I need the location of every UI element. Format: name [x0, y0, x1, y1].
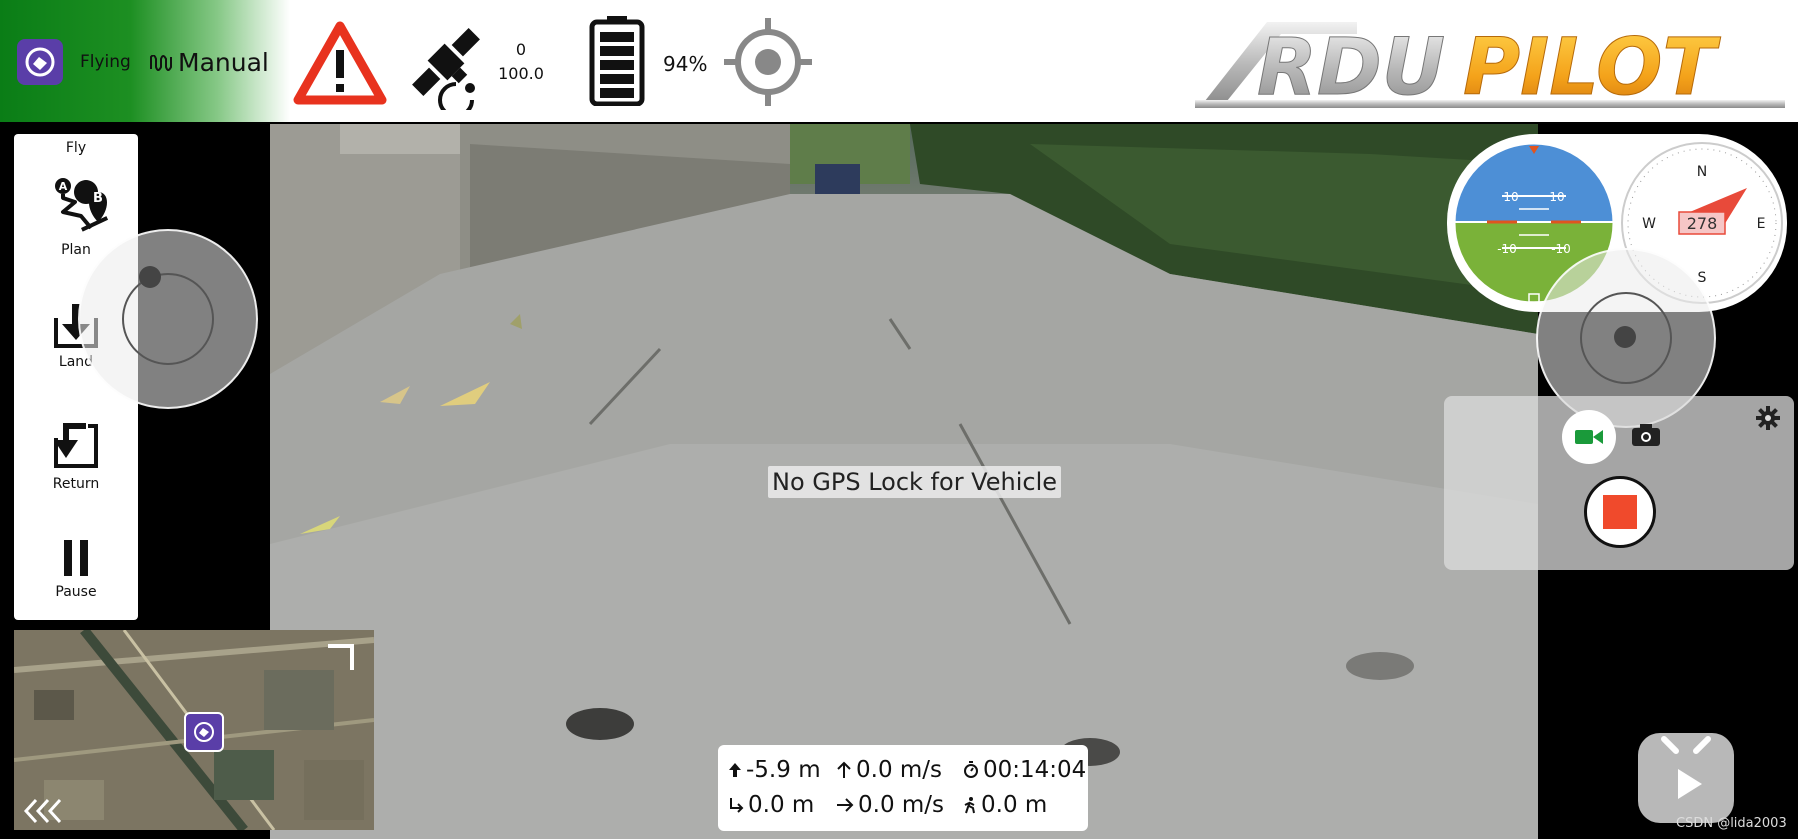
compass-heading: 278	[1687, 214, 1718, 233]
bilibili-logo	[1638, 733, 1734, 823]
telemetry-panel: -5.9 m 0.0 m/s 00:14:04 0.0 m 0.0 m/s 0.…	[718, 745, 1088, 831]
compass-north: N	[1697, 164, 1707, 180]
distance-readout: 0.0 m	[728, 792, 814, 818]
gps-hdop-value: 100.0	[498, 64, 544, 83]
pitch-mark: -10	[1497, 242, 1517, 256]
gps-satellite-icon[interactable]	[402, 18, 494, 118]
photo-camera-icon[interactable]	[1632, 424, 1660, 446]
left-joystick-ring	[122, 273, 214, 365]
distance-home-value: 0.0 m	[981, 792, 1048, 818]
pitch-mark: 10	[1503, 190, 1518, 204]
tool-fly-label: Fly	[65, 140, 87, 156]
video-camera-icon	[1575, 430, 1603, 444]
altitude-readout: -5.9 m	[728, 757, 821, 783]
svg-text:A: A	[59, 180, 68, 193]
pause-icon	[64, 540, 88, 576]
pitch-mark: 10	[1549, 190, 1564, 204]
ground-speed-value: 0.0 m/s	[858, 792, 945, 818]
tool-return-label: Return	[52, 476, 100, 492]
tool-pause-label: Pause	[55, 584, 97, 600]
mini-map[interactable]	[14, 630, 374, 830]
camera-settings-gear-icon[interactable]	[1756, 406, 1780, 430]
collapse-map-icon[interactable]	[20, 796, 64, 826]
record-stop-icon	[1603, 495, 1637, 529]
warning-icon[interactable]	[292, 20, 388, 110]
record-button[interactable]	[1584, 476, 1656, 548]
battery-icon[interactable]	[589, 16, 645, 110]
vehicle-marker-icon[interactable]	[184, 712, 224, 752]
walking-person-icon	[964, 797, 975, 814]
route-a-b-icon: A B	[55, 178, 109, 232]
tool-pause[interactable]: Pause	[14, 536, 138, 600]
mode-wave-icon	[150, 54, 172, 71]
up-arrow-icon	[837, 761, 851, 778]
ground-speed-readout: 0.0 m/s	[836, 792, 944, 818]
tool-fly[interactable]: Fly	[14, 140, 138, 156]
ardupilot-logo: RDU PILOT	[1195, 14, 1785, 114]
app-logo-icon[interactable]	[17, 39, 63, 85]
compass-east: E	[1757, 216, 1766, 232]
satellite-count: 0	[515, 40, 527, 59]
compass-west: W	[1642, 216, 1656, 232]
flight-time-readout: 00:14:04	[963, 757, 1086, 783]
pitch-mark: -10	[1551, 242, 1571, 256]
flight-state-label[interactable]: Flying	[80, 52, 131, 72]
svg-text:RDU: RDU	[1257, 23, 1445, 110]
tool-plan-label: Plan	[61, 242, 91, 258]
gimbal-target-icon[interactable]	[722, 16, 814, 112]
distance-value: 0.0 m	[748, 792, 815, 818]
watermark-text: CSDN @lida2003	[1676, 816, 1787, 831]
tool-return[interactable]: Return	[14, 418, 138, 492]
flight-mode-label: Manual	[178, 48, 269, 77]
left-joystick-knob[interactable]	[139, 266, 161, 288]
gps-status-message: No GPS Lock for Vehicle	[768, 466, 1062, 498]
map-expand-icon[interactable]	[324, 640, 358, 674]
altitude-arrow-icon	[729, 763, 741, 777]
vertical-speed-readout: 0.0 m/s	[836, 757, 942, 783]
distance-home-readout: 0.0 m	[963, 792, 1047, 818]
left-joystick[interactable]	[78, 229, 258, 409]
compass-south: S	[1698, 270, 1707, 286]
video-mode-button[interactable]	[1562, 410, 1616, 464]
vertical-speed-value: 0.0 m/s	[856, 757, 943, 783]
altitude-value: -5.9 m	[746, 757, 821, 783]
flight-time-value: 00:14:04	[983, 757, 1087, 783]
svg-text:B: B	[93, 191, 103, 206]
svg-text:PILOT: PILOT	[1463, 23, 1721, 110]
turn-arrow-icon	[730, 798, 744, 813]
camera-control-panel	[1444, 396, 1794, 570]
return-icon	[54, 423, 98, 468]
stopwatch-icon	[964, 761, 978, 778]
right-arrow-icon	[837, 798, 854, 812]
battery-percent: 94%	[663, 52, 708, 76]
flight-mode-selector[interactable]: Manual	[150, 48, 269, 77]
right-joystick-knob[interactable]	[1614, 326, 1636, 348]
